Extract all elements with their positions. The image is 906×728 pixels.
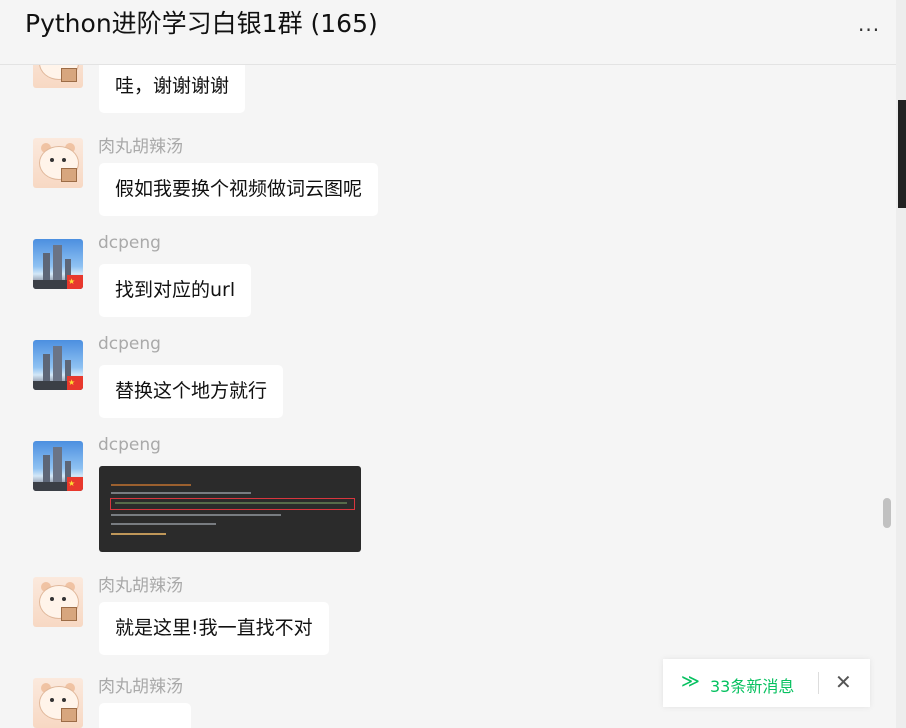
avatar[interactable]: ★ — [33, 340, 83, 390]
message-list[interactable]: 哇，谢谢谢谢 肉丸胡辣汤 假如我要换个视频做词云图呢 ★ dcpeng 找到对应… — [0, 65, 896, 728]
message-bubble[interactable]: 找到对应的url — [99, 264, 252, 317]
avatar[interactable] — [33, 65, 83, 88]
message-bubble[interactable] — [99, 703, 191, 728]
avatar[interactable] — [33, 678, 83, 728]
divider — [818, 672, 819, 694]
message-bubble[interactable]: 假如我要换个视频做词云图呢 — [99, 163, 379, 216]
highlight-box — [110, 498, 355, 510]
code-screenshot-image[interactable] — [99, 466, 361, 552]
chat-title: Python进阶学习白银1群 (165) — [25, 9, 378, 38]
close-icon[interactable]: ✕ — [835, 670, 852, 694]
message-bubble[interactable]: 就是这里!我一直找不对 — [99, 602, 329, 655]
double-chevron-down-icon: ≫ — [681, 671, 700, 692]
sender-name: dcpeng — [98, 334, 161, 354]
flag-icon: ★ — [67, 376, 83, 390]
flag-icon: ★ — [67, 477, 83, 491]
message-bubble[interactable]: 替换这个地方就行 — [99, 365, 284, 418]
message-bubble[interactable]: 哇，谢谢谢谢 — [99, 65, 246, 113]
more-icon[interactable]: ··· — [858, 20, 880, 40]
new-messages-banner[interactable]: ≫ 33条新消息 ✕ — [663, 659, 870, 707]
sender-name: dcpeng — [98, 233, 161, 253]
avatar[interactable] — [33, 577, 83, 627]
new-messages-label[interactable]: 33条新消息 — [710, 673, 794, 697]
sender-name: 肉丸胡辣汤 — [98, 576, 183, 596]
sender-name: 肉丸胡辣汤 — [98, 677, 183, 697]
window-edge — [896, 0, 906, 728]
avatar[interactable] — [33, 138, 83, 188]
sender-name: dcpeng — [98, 435, 161, 455]
avatar[interactable]: ★ — [33, 239, 83, 289]
sender-name: 肉丸胡辣汤 — [98, 137, 183, 157]
avatar[interactable]: ★ — [33, 441, 83, 491]
scrollbar-thumb[interactable] — [883, 498, 891, 528]
flag-icon: ★ — [67, 275, 83, 289]
chat-header: Python进阶学习白银1群 (165) ··· — [0, 0, 896, 65]
